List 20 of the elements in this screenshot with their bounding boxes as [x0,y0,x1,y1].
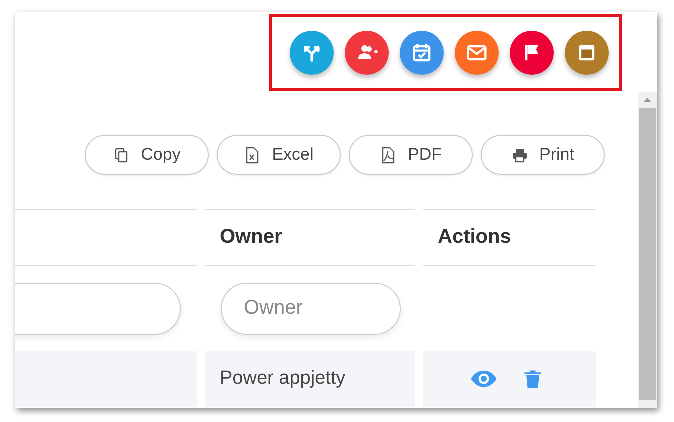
scrollbar[interactable] [638,92,657,408]
excel-button[interactable]: Excel [217,135,341,175]
print-button[interactable]: Print [481,135,605,175]
column-header: Owner [205,209,415,266]
filter-field[interactable] [15,282,181,334]
column-header: Actions [423,209,596,266]
excel-icon [244,146,260,164]
print-icon [512,146,528,164]
calendar-button[interactable] [565,31,609,75]
mail-button[interactable] [455,31,499,75]
copy-button[interactable]: Copy [85,135,209,175]
pdf-button[interactable]: PDF [349,135,473,175]
add-people-button[interactable] [345,31,389,75]
table-cell: Power appjetty [205,351,415,407]
split-button[interactable] [290,31,334,75]
copy-icon [113,146,130,164]
filter-field[interactable]: Owner [221,282,401,334]
calendar-check-button[interactable] [400,31,444,75]
flag-button[interactable] [510,31,554,75]
pdf-icon [380,146,396,164]
